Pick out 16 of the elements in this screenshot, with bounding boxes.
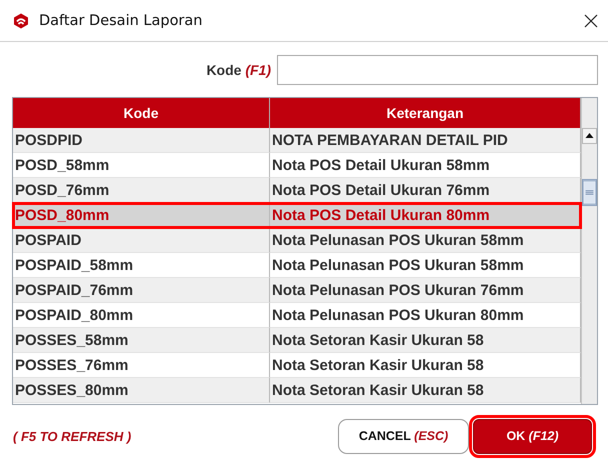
table-row[interactable]: POSSES_80mm Nota Setoran Kasir Ukuran 58 xyxy=(13,378,581,403)
refresh-hint: ( F5 TO REFRESH ) xyxy=(13,428,132,444)
table-row[interactable]: POSD_80mm Nota POS Detail Ukuran 80mm xyxy=(13,203,581,228)
scrollbar-thumb[interactable] xyxy=(582,179,597,206)
kode-input-field[interactable] xyxy=(277,55,598,85)
table-row[interactable]: POSPAID_76mm Nota Pelunasan POS Ukuran 76mm xyxy=(13,278,581,303)
window-title: Daftar Desain Laporan xyxy=(39,12,204,28)
table-row[interactable]: POSPAID Nota Pelunasan POS Ukuran 58mm xyxy=(13,228,581,253)
cancel-button[interactable]: CANCEL (ESC) xyxy=(338,418,469,454)
table-row[interactable]: POSSES_58mm Nota Setoran Kasir Ukuran 58 xyxy=(13,328,581,353)
kode-label: Kode (F1) xyxy=(206,62,271,78)
app-logo-icon xyxy=(13,12,29,28)
table-row[interactable]: POSD_76mm Nota POS Detail Ukuran 76mm xyxy=(13,178,581,203)
scroll-up-icon[interactable] xyxy=(582,128,597,144)
close-icon[interactable] xyxy=(584,14,598,28)
table-row[interactable]: POSDPID NOTA PEMBAYARAN DETAIL PID xyxy=(13,128,581,153)
